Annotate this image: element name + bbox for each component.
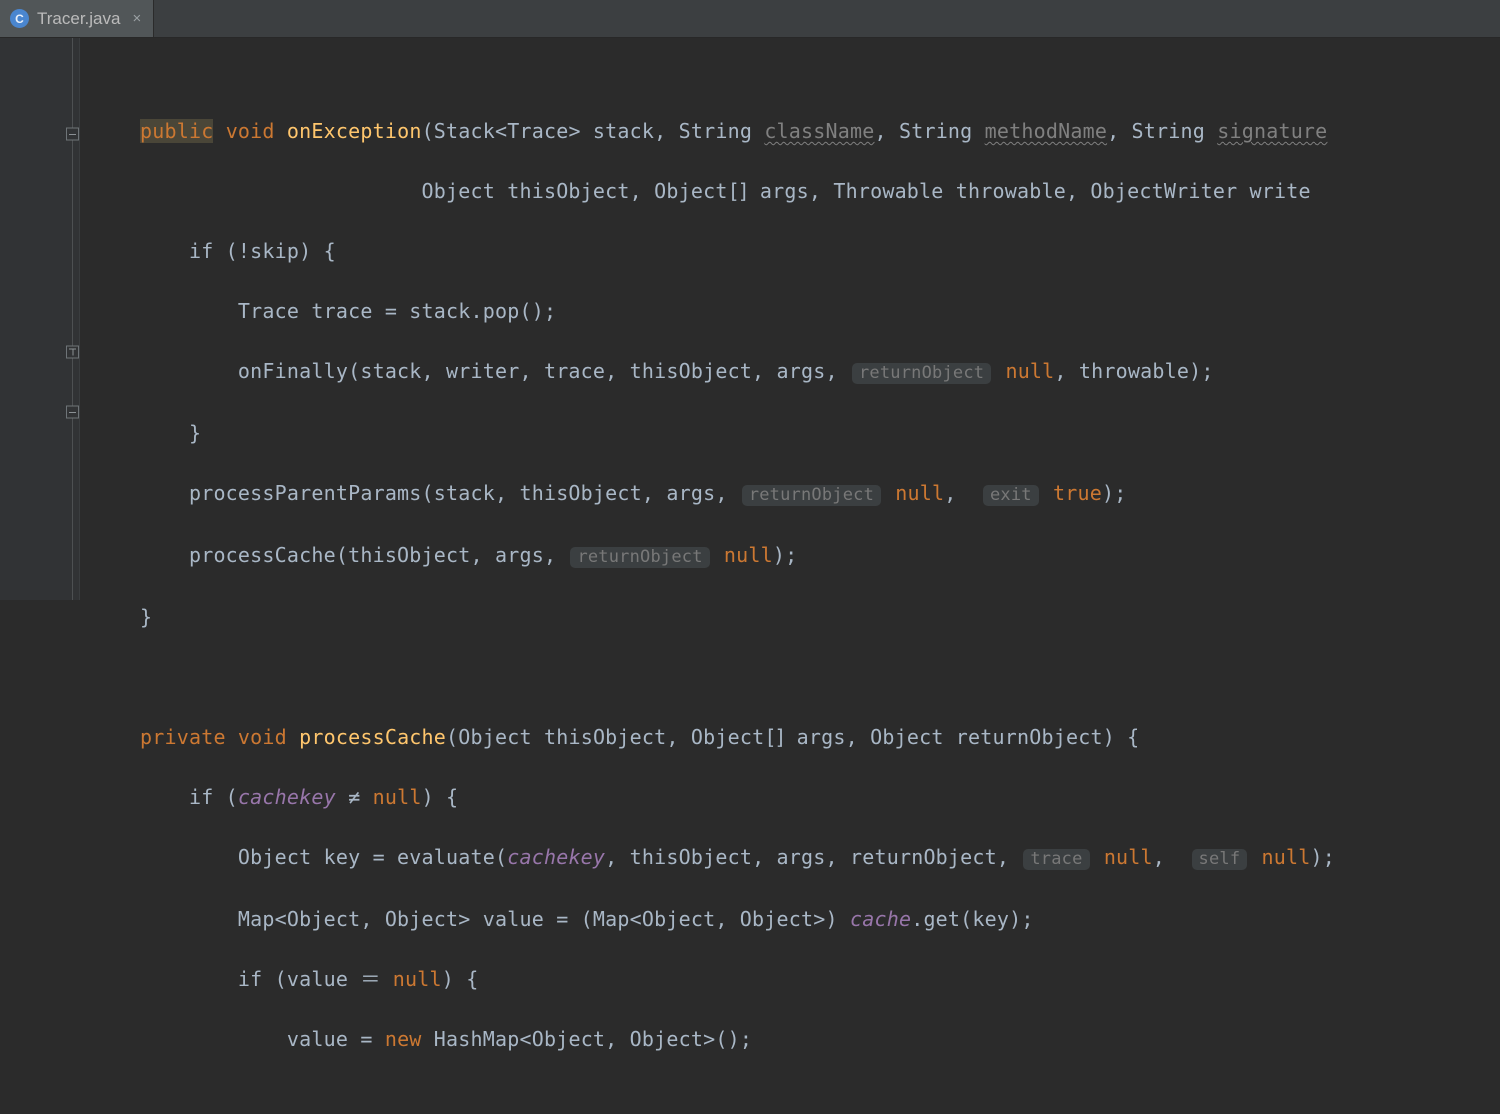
code-text: } [140, 605, 152, 629]
keyword-null: null [373, 785, 422, 809]
tab-bar: C Tracer.java × [0, 0, 1500, 38]
method-name: processCache [299, 725, 446, 749]
code-text: Object key = evaluate( [140, 845, 507, 869]
code-text: ); [1102, 481, 1126, 505]
fold-toggle-icon[interactable] [66, 128, 79, 141]
code-text [1041, 481, 1053, 505]
code-text [712, 543, 724, 567]
keyword-null: null [895, 481, 944, 505]
keyword-null: null [1104, 845, 1153, 869]
param-methodName: methodName [985, 119, 1107, 143]
code-text: } [140, 421, 201, 445]
field-ref: cache [850, 907, 911, 931]
code-text: , throwable); [1054, 359, 1213, 383]
code-text: Trace trace = stack.pop(); [140, 299, 556, 323]
code-text: ≠ [336, 785, 373, 809]
gutter[interactable] [0, 38, 80, 600]
code-text: HashMap<Object, Object>(); [422, 1027, 753, 1051]
code-text: ) { [422, 785, 459, 809]
code-text: , [944, 481, 981, 505]
code-text: value = [140, 1027, 385, 1051]
code-content[interactable]: public void onException(Stack<Trace> sta… [80, 38, 1335, 600]
code-text [883, 481, 895, 505]
java-class-icon: C [10, 9, 29, 28]
keyword-public: public [140, 119, 213, 143]
code-text: args, Throwable throwable, ObjectWriter … [748, 179, 1311, 203]
code-text: args, Object returnObject) { [784, 725, 1139, 749]
code-text: , String [1107, 119, 1217, 143]
inlay-hint: returnObject [570, 547, 709, 568]
code-text: processParentParams(stack, thisObject, a… [140, 481, 740, 505]
code-text: if (!skip) { [140, 239, 336, 263]
keyword-null: null [1005, 359, 1054, 383]
inlay-hint: returnObject [852, 363, 991, 384]
code-text: Map<Object, Object> value = (Map<Object,… [140, 907, 850, 931]
code-text: (Stack<Trace> stack, String [422, 119, 765, 143]
param-className: className [764, 119, 874, 143]
array-brackets: [] [764, 725, 784, 749]
code-text [993, 359, 1005, 383]
fold-toggle-icon[interactable] [66, 406, 79, 419]
code-text [1249, 845, 1261, 869]
keyword-null: null [393, 967, 442, 991]
method-name: onException [287, 119, 422, 143]
keyword-null: null [1262, 845, 1311, 869]
code-text: , String [874, 119, 984, 143]
field-ref: cachekey [238, 785, 336, 809]
code-text: , [1153, 845, 1190, 869]
code-text: ); [773, 543, 797, 567]
param-signature: signature [1217, 119, 1327, 143]
array-brackets: [] [728, 179, 748, 203]
inlay-hint: self [1192, 849, 1248, 870]
field-ref: cachekey [507, 845, 605, 869]
close-icon[interactable]: × [128, 11, 141, 26]
fold-end-icon[interactable] [66, 346, 79, 359]
keyword-private: private [140, 725, 226, 749]
code-text: .get(key); [911, 907, 1033, 931]
code-text: Object thisObject, Object [140, 179, 728, 203]
code-text: , thisObject, args, returnObject, [605, 845, 1021, 869]
keyword-true: true [1053, 481, 1102, 505]
code-text: processCache(thisObject, args, [140, 543, 568, 567]
code-text: if ( [140, 785, 238, 809]
code-text: if (value ＝ [140, 967, 393, 991]
fold-guide [72, 38, 73, 600]
editor-tab-tracer[interactable]: C Tracer.java × [0, 0, 154, 37]
inlay-hint: trace [1023, 849, 1089, 870]
keyword-null: null [724, 543, 773, 567]
inlay-hint: exit [983, 485, 1039, 506]
code-text: (Object thisObject, Object [446, 725, 764, 749]
keyword-void: void [213, 119, 286, 143]
code-text: onFinally(stack, writer, trace, thisObje… [140, 359, 850, 383]
code-text: ) { [442, 967, 479, 991]
code-text [1092, 845, 1104, 869]
keyword-void: void [226, 725, 299, 749]
keyword-new: new [385, 1027, 422, 1051]
inlay-hint: returnObject [742, 485, 881, 506]
tab-filename: Tracer.java [37, 9, 120, 29]
code-text: ); [1310, 845, 1334, 869]
editor-area: public void onException(Stack<Trace> sta… [0, 38, 1500, 600]
